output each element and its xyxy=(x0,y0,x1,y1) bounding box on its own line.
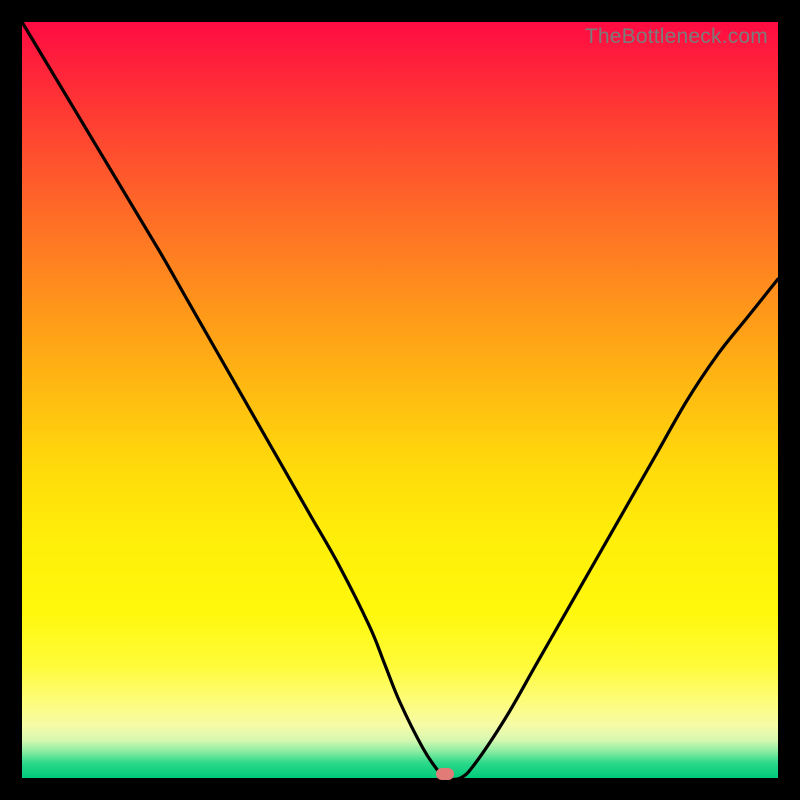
minimum-marker xyxy=(436,768,454,780)
chart-frame: TheBottleneck.com xyxy=(0,0,800,800)
bottleneck-curve xyxy=(22,22,778,778)
plot-area: TheBottleneck.com xyxy=(22,22,778,778)
